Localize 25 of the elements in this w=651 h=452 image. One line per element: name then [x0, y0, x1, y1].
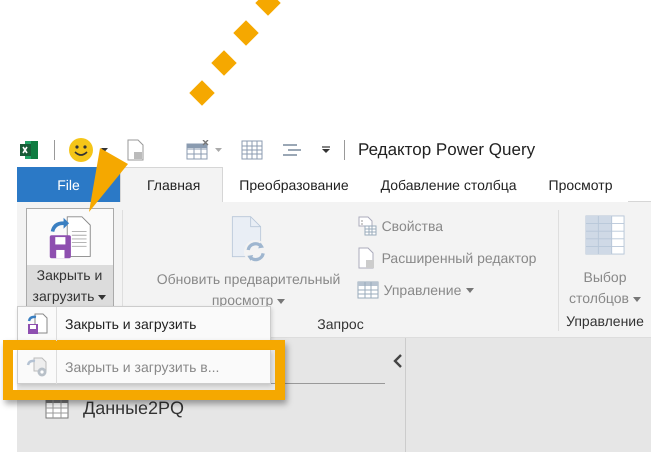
- collapse-chevron-icon[interactable]: [393, 354, 403, 368]
- caret-icon: [98, 294, 106, 300]
- close-and-load-icon: [26, 312, 48, 334]
- query-item[interactable]: Данные2PQ: [17, 384, 405, 433]
- table-icon: [356, 281, 379, 299]
- excel-icon[interactable]: [19, 140, 39, 160]
- caret-icon: [277, 298, 286, 304]
- smiley-icon[interactable]: [68, 137, 94, 163]
- caret-icon: [633, 296, 641, 302]
- table-delete-icon[interactable]: [186, 140, 210, 160]
- document-icon[interactable]: [127, 139, 145, 161]
- group-label: Запрос: [317, 315, 364, 334]
- menu-item[interactable]: Закрыть и загрузить: [17, 306, 271, 340]
- document-icon: [356, 247, 377, 269]
- columns-table-icon: [585, 215, 625, 255]
- customize-caret-icon[interactable]: [321, 146, 331, 154]
- properties-icon: [356, 216, 377, 236]
- table-icon[interactable]: [241, 140, 263, 160]
- close-and-load-button[interactable]: Закрыть и загрузить: [26, 208, 114, 308]
- ribbon-tab[interactable]: Главная: [120, 167, 224, 202]
- table-icon: [45, 398, 69, 418]
- group-label: Управление: [566, 312, 644, 331]
- arrowhead: [89, 148, 128, 212]
- close-and-load-settings-icon: [26, 356, 48, 378]
- window-title: Редактор Power Query: [358, 140, 536, 160]
